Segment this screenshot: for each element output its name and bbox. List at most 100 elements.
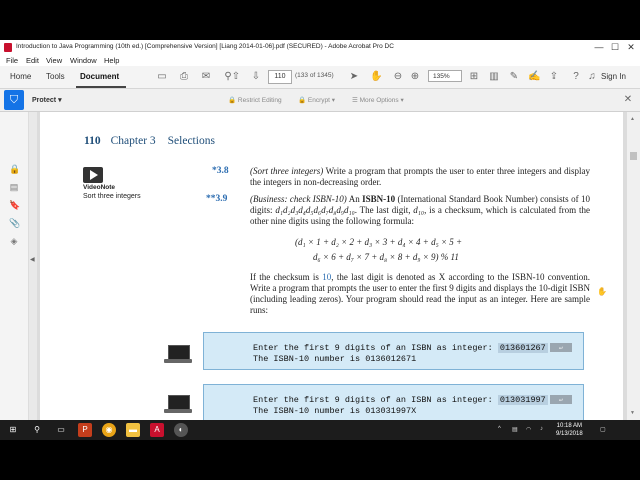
vertical-scrollbar[interactable]: ▲ ▼ [627,112,640,420]
hand-cursor-icon: ✋ [597,287,607,296]
close-button[interactable]: ✕ [624,42,638,53]
text-run: An [346,194,363,204]
restrict-editing-label: Restrict Editing [237,97,282,104]
minimize-button[interactable]: — [592,42,606,53]
exercise-3-9-text: (Business: check ISBN-10) An ISBN-10 (In… [250,194,590,227]
main-toolbar: Home Tools Document ▭ ⎙ ✉ ⚲ ⇧ ⇩ 110 (133… [0,66,640,89]
tab-home[interactable]: Home [10,72,31,81]
close-protect-icon[interactable]: ✕ [622,94,634,106]
volume-icon[interactable]: ♪ [540,426,543,432]
encrypt-button[interactable]: 🔒 Encrypt ▾ [298,96,335,104]
menu-view[interactable]: View [46,56,62,65]
laptop-icon [164,345,192,365]
save-icon[interactable]: ▭ [156,71,168,83]
enter-key-icon: ↵ [549,395,572,405]
run-2-prompt-line: Enter the first 9 digits of an ISBN as i… [253,395,572,405]
exercise-number-3-9: **3.9 [206,194,228,204]
protect-label: Protect [32,97,57,104]
scroll-down-icon[interactable]: ▼ [630,410,635,416]
document-area[interactable]: 110 Chapter 3 Selections VideoNote Sort th… [37,112,627,420]
exercise-number-3-8: *3.8 [212,166,229,176]
restrict-editing-button[interactable]: 🔒 Restrict Editing [228,96,282,104]
run-1-input: 013601267 [497,343,548,353]
notifications-icon[interactable]: ▢ [600,426,606,433]
maximize-button[interactable]: ☐ [608,42,622,53]
scroll-thumb[interactable] [630,152,637,160]
panel-collapse-handle[interactable]: ◀ [29,112,37,420]
network-icon[interactable]: ▤ [512,426,518,433]
acrobat-app-icon [4,43,12,52]
zoom-in-icon[interactable]: ⊕ [409,71,421,83]
videonote-play-icon[interactable] [83,167,103,183]
clock-date: 9/13/2018 [556,431,583,437]
page-thumbnails-icon[interactable]: ▤ [9,182,19,192]
file-explorer-icon[interactable]: ▬ [126,423,140,437]
menu-edit[interactable]: Edit [26,56,39,65]
tray-chevron-icon[interactable]: ^ [498,426,501,432]
chrome-icon[interactable]: ◉ [102,423,116,437]
page-number-input[interactable]: 110 [268,70,292,84]
attachments-icon[interactable]: 📎 [9,218,20,228]
fit-page-icon[interactable]: ⊞ [468,71,480,83]
bell-icon[interactable]: ♫ [586,71,598,83]
scroll-up-icon[interactable]: ▲ [630,116,635,122]
menu-window[interactable]: Window [70,56,97,65]
menu-help[interactable]: Help [104,56,119,65]
bookmark-icon[interactable]: 🔖 [9,200,20,210]
print-icon[interactable]: ⎙ [178,71,190,83]
protect-dropdown[interactable]: Protect ▾ [32,96,62,104]
zoom-select[interactable]: 135% [428,70,462,82]
window-title: Introduction to Java Programming (10th e… [16,43,394,50]
exercise-3-8-text: (Sort three integers) Write a program th… [250,166,590,188]
comment-icon[interactable]: ✍ [528,71,540,83]
taskbar-clock[interactable]: 10:18 AM 9/13/2018 [556,422,583,438]
acrobat-taskbar-icon[interactable]: A [150,423,164,437]
more-options-label: More Options [359,97,399,104]
page-down-icon[interactable]: ⇩ [250,71,262,83]
text-run: . The last digit, [354,205,414,215]
left-nav-panel: 🔒 ▤ 🔖 📎 ◈ [0,112,29,420]
task-view-icon[interactable]: ▭ [54,423,68,437]
sign-in-button[interactable]: Sign In [601,72,626,81]
help-icon[interactable]: ? [570,71,582,83]
search-icon[interactable]: ⚲ [30,423,44,437]
powerpoint-icon[interactable]: P [78,423,92,437]
run-1-output: The ISBN-10 number is 0136012671 [253,354,417,364]
page-count: (133 of 1345) [295,72,334,79]
tab-tools[interactable]: Tools [46,72,65,81]
title-bar: Introduction to Java Programming (10th e… [0,40,640,55]
app-icon[interactable]: ◐ [174,423,188,437]
page-header: 110 Chapter 3 Selections [84,135,215,147]
wifi-icon[interactable]: ◠ [526,426,531,433]
hand-tool-icon[interactable]: ✋ [370,71,382,83]
lock-icon[interactable]: 🔒 [9,164,20,174]
clock-time: 10:18 AM [556,423,583,429]
enter-key-icon: ↵ [549,343,572,353]
scroll-mode-icon[interactable]: ▥ [488,71,500,83]
run-2-input: 013031997 [497,395,548,405]
more-options-button[interactable]: ☰ More Options ▾ [352,96,404,104]
share-icon[interactable]: ⇪ [548,71,560,83]
section-label: Selections [167,135,215,147]
exercise-3-8-title: (Sort three integers) [250,166,324,176]
run-1-prompt-line: Enter the first 9 digits of an ISBN as i… [253,343,572,353]
windows-start-icon[interactable]: ⊞ [6,423,20,437]
protect-toolbar: ⛉ Protect ▾ 🔒 Restrict Editing 🔒 Encrypt… [0,89,640,112]
windows-taskbar: ⊞ ⚲ ▭ P ◉ ▬ A ◐ ^ ▤ ◠ ♪ 10:18 AM 9/13/20… [0,420,640,440]
text-run: If the checksum is [250,272,323,282]
zoom-out-icon[interactable]: ⊖ [392,71,404,83]
layers-icon[interactable]: ◈ [9,236,19,246]
page-up-icon[interactable]: ⇧ [230,71,242,83]
menu-file[interactable]: File [6,56,18,65]
email-icon[interactable]: ✉ [200,71,212,83]
chevron-left-icon: ◀ [30,257,35,263]
run-2-prompt: Enter the first 9 digits of an ISBN as i… [253,395,498,405]
run-2-output: The ISBN-10 number is 013031997X [253,406,417,416]
tab-document[interactable]: Document [80,72,119,81]
shield-icon[interactable]: ⛉ [4,90,24,110]
highlight-icon[interactable]: ✎ [508,71,520,83]
exercise-3-9-title: (Business: check ISBN-10) [250,194,347,204]
select-cursor-icon[interactable]: ➤ [348,71,360,83]
acrobat-window: Introduction to Java Programming (10th e… [0,40,640,420]
menu-bar: File Edit View Window Help [0,55,640,66]
